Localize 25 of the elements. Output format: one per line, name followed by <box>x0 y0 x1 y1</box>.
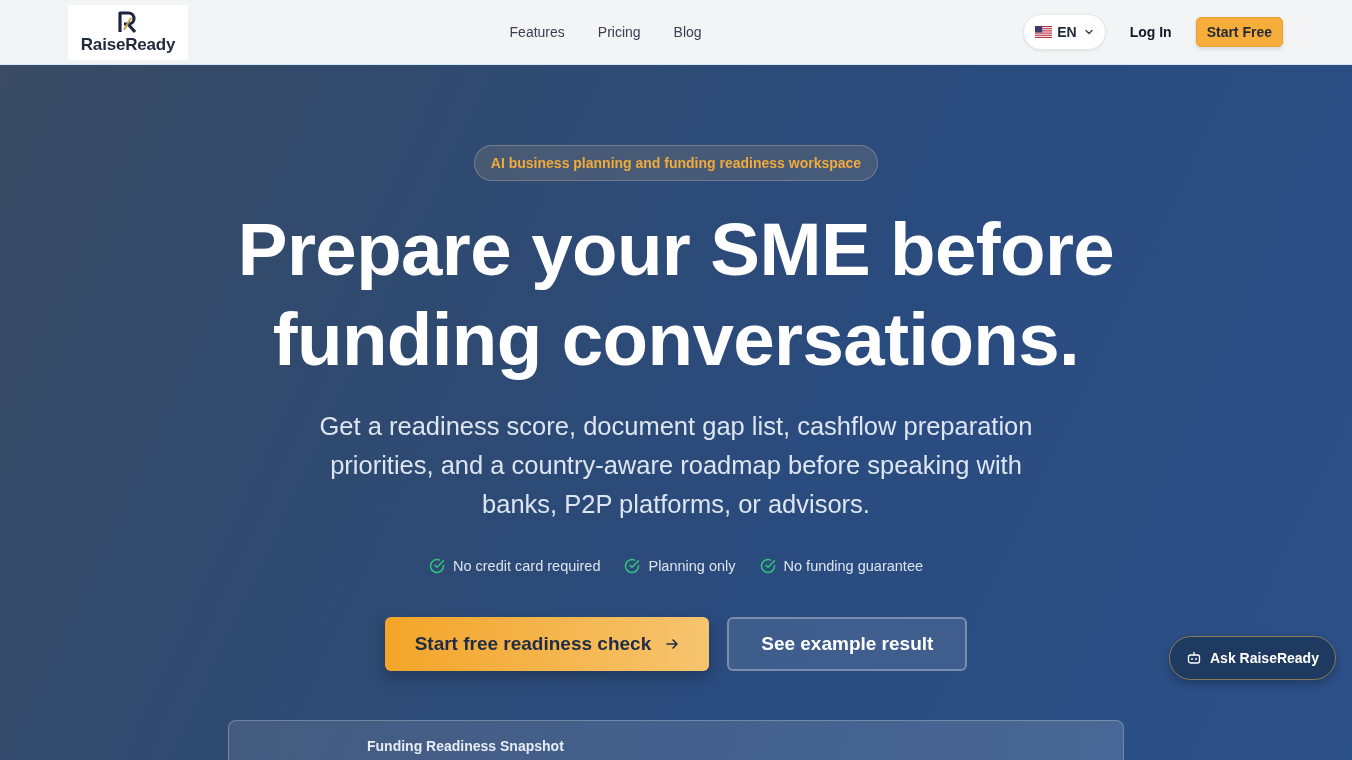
start-free-button[interactable]: Start Free <box>1195 17 1283 47</box>
example-result-button[interactable]: See example result <box>727 617 968 671</box>
benefit-text: No funding guarantee <box>783 557 924 576</box>
hero-subtitle: Get a readiness score, document gap list, cashflow preparation priorities, and a country-aware roadmap before speaking with banks, P2P platforms, or advisors. <box>318 411 1034 520</box>
nav-link[interactable]: Pricing <box>597 24 641 40</box>
robot-icon <box>1187 651 1201 665</box>
check-circle-icon <box>759 558 776 574</box>
chevron-down-icon <box>1083 27 1094 37</box>
language-selector[interactable]: EN <box>1023 14 1106 50</box>
check-circle-icon <box>624 558 641 574</box>
start-check-button[interactable]: Start free readiness check <box>384 617 710 671</box>
flag-icon <box>1035 26 1053 38</box>
arrow-right-icon <box>665 637 680 651</box>
login-link[interactable]: Log In <box>1129 24 1172 40</box>
benefit-text: Planning only <box>648 557 736 576</box>
tagline-badge: AI business planning and funding readiness workspace <box>473 145 879 181</box>
logo-text: RaiseReady <box>80 34 176 55</box>
hero-headline: Prepare your SME before funding conversations. <box>236 207 1116 383</box>
logo[interactable]: RaiseReady <box>68 4 188 60</box>
ask-assistant-button[interactable]: Ask RaiseReady <box>1169 636 1336 680</box>
benefit-text: No credit card required <box>452 557 601 576</box>
snapshot-title: Funding Readiness Snapshot <box>367 738 565 754</box>
nav-link[interactable]: Blog <box>673 24 702 40</box>
nav-link[interactable]: Features <box>509 24 565 40</box>
check-circle-icon <box>428 558 445 574</box>
